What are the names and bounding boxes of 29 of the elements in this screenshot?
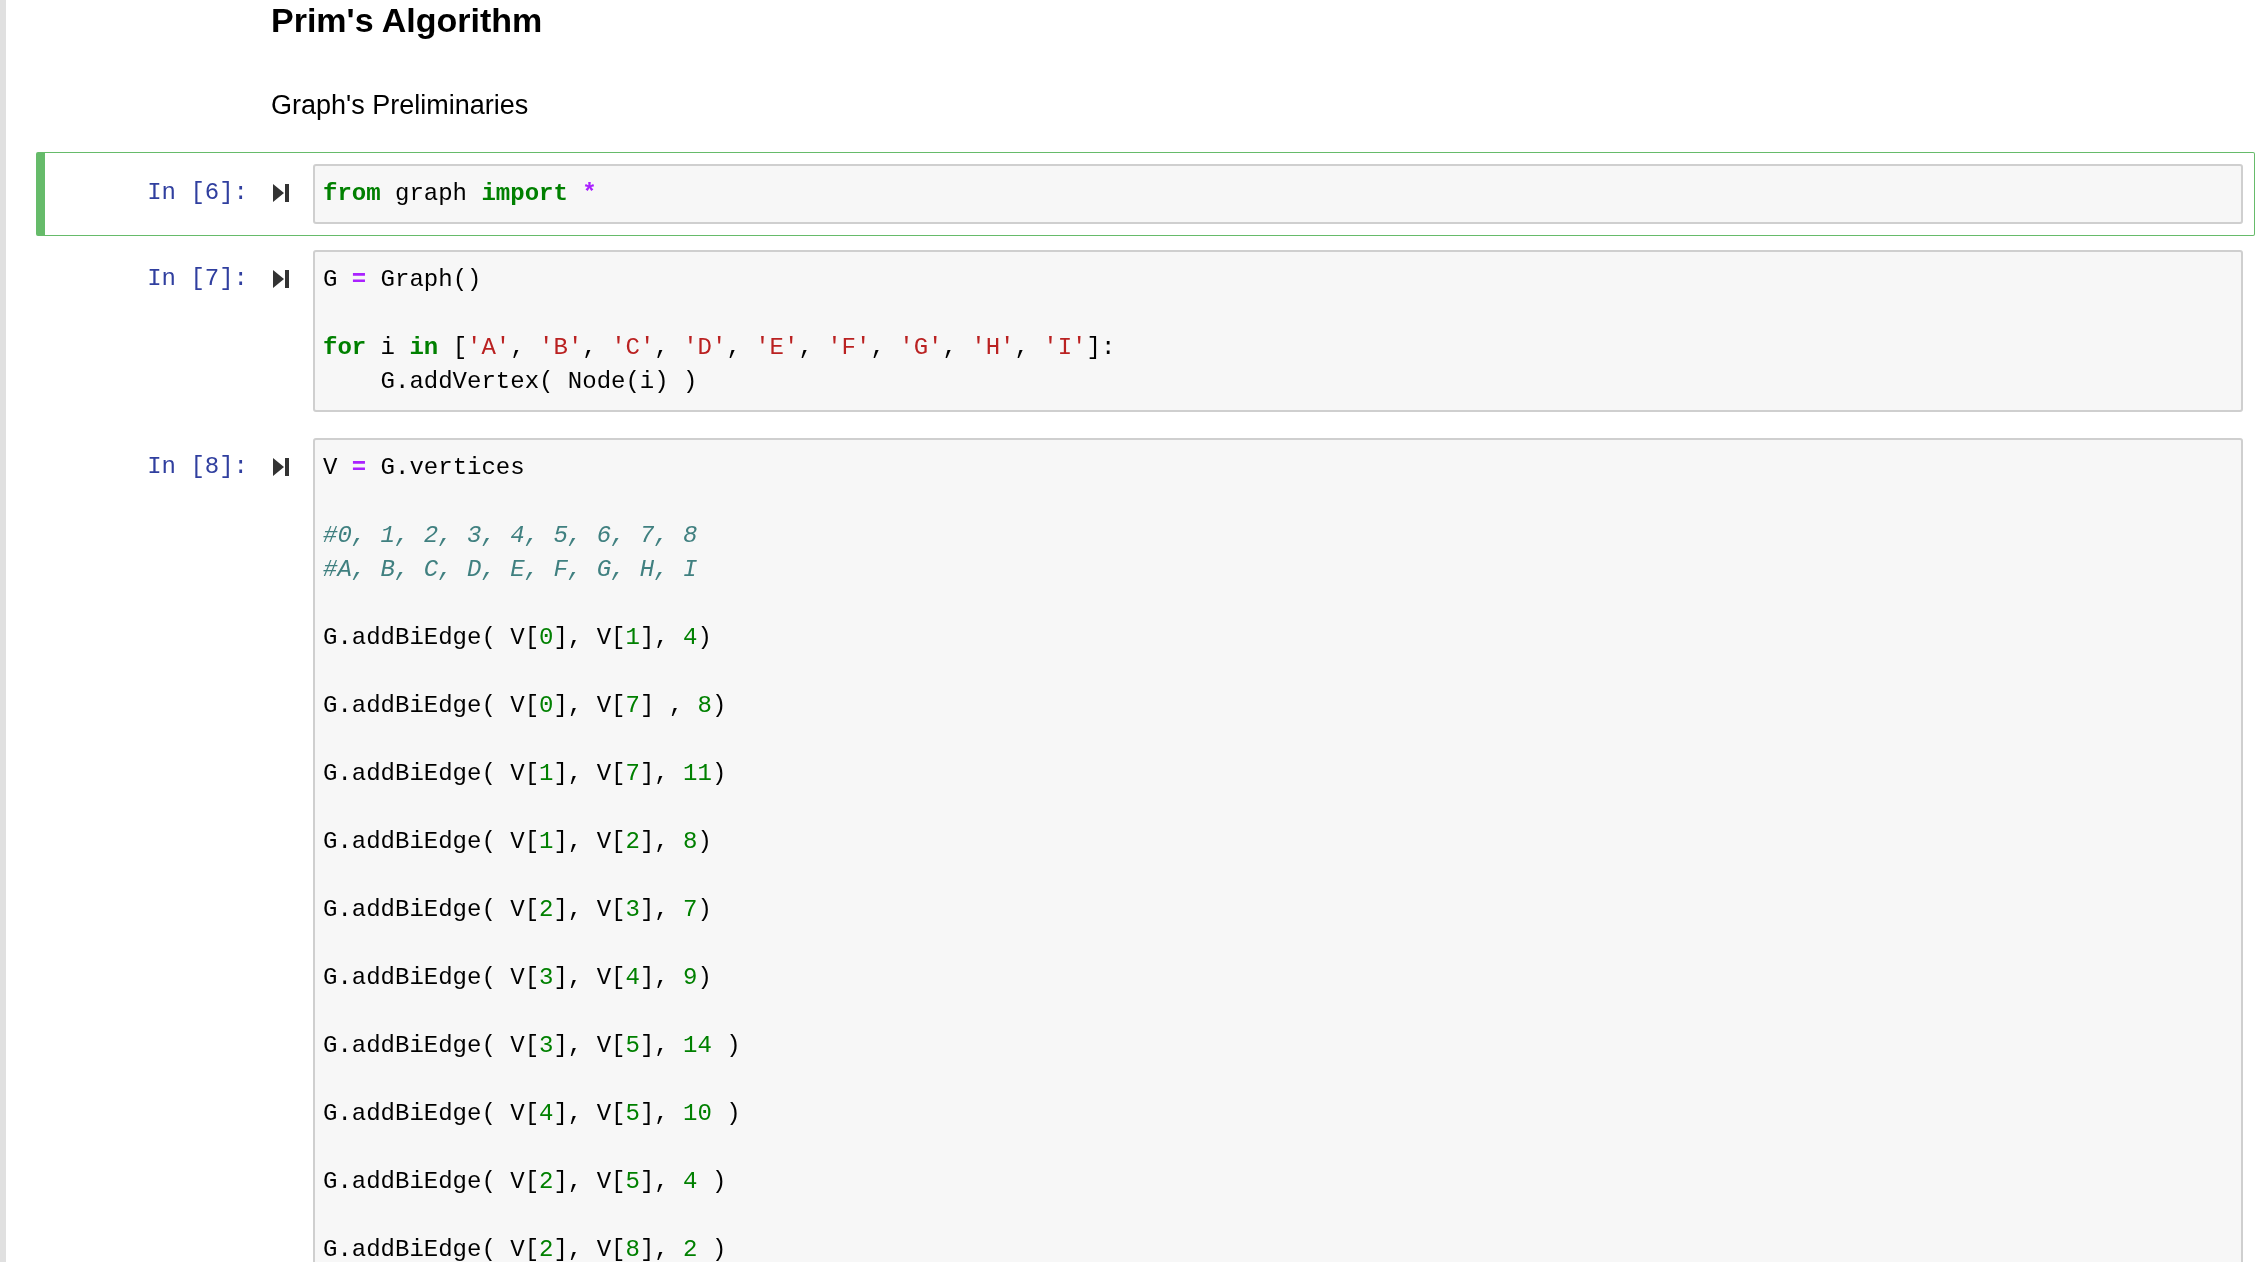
code-line: G.addBiEdge( V[4], V[5], 10 ) (323, 1099, 741, 1129)
code-line: #A, B, C, D, E, F, G, H, I (323, 555, 698, 585)
cell-prompt: In [6]: (147, 178, 248, 208)
code-line: G.addBiEdge( V[3], V[5], 14 ) (323, 1031, 741, 1061)
run-icon[interactable] (272, 270, 289, 288)
code-editor[interactable]: from graph import * (313, 164, 2243, 224)
code-editor[interactable]: G = Graph() for i in ['A', 'B', 'C', 'D', 'E', 'F', 'G', 'H', 'I']: G.addVertex( Node(i) ) (313, 250, 2243, 412)
code-line: G.addVertex( Node(i) ) (379, 367, 698, 397)
code-line: G.addBiEdge( V[0], V[7] , 8) (323, 691, 727, 721)
code-cell[interactable]: In [6]: from graph import * (36, 152, 2255, 236)
code-line: G.addBiEdge( V[2], V[5], 4 ) (323, 1167, 727, 1197)
cell-prompt: In [7]: (147, 264, 248, 294)
code-line: G.addBiEdge( V[0], V[1], 4) (323, 623, 712, 653)
code-line: G.addBiEdge( V[2], V[8], 2 ) (323, 1235, 727, 1262)
code-line: G.addBiEdge( V[3], V[4], 9) (323, 963, 712, 993)
code-line: G = Graph() (323, 265, 482, 295)
code-line: G.addBiEdge( V[1], V[2], 8) (323, 827, 712, 857)
code-line: G.addBiEdge( V[1], V[7], 11) (323, 759, 727, 789)
run-icon[interactable] (272, 458, 289, 476)
run-icon[interactable] (272, 184, 289, 202)
cell-prompt: In [8]: (147, 452, 248, 482)
heading: Prim's Algorithm (271, 0, 543, 40)
code-line: #0, 1, 2, 3, 4, 5, 6, 7, 8 (323, 521, 698, 551)
code-line: G.addBiEdge( V[2], V[3], 7) (323, 895, 712, 925)
subheading: Graph's Preliminaries (271, 89, 529, 122)
code-cell[interactable]: In [7]: G = Graph() for i in ['A', 'B', 'C', 'D', 'E', 'F', 'G', 'H', 'I']: G.addVertex( Node(i) ) (36, 238, 2255, 424)
code-line: for i in ['A', 'B', 'C', 'D', 'E', 'F', 'G', 'H', 'I']: (323, 333, 1116, 363)
code-line: from graph import * (323, 179, 597, 209)
code-line: V = G.vertices (323, 453, 525, 483)
